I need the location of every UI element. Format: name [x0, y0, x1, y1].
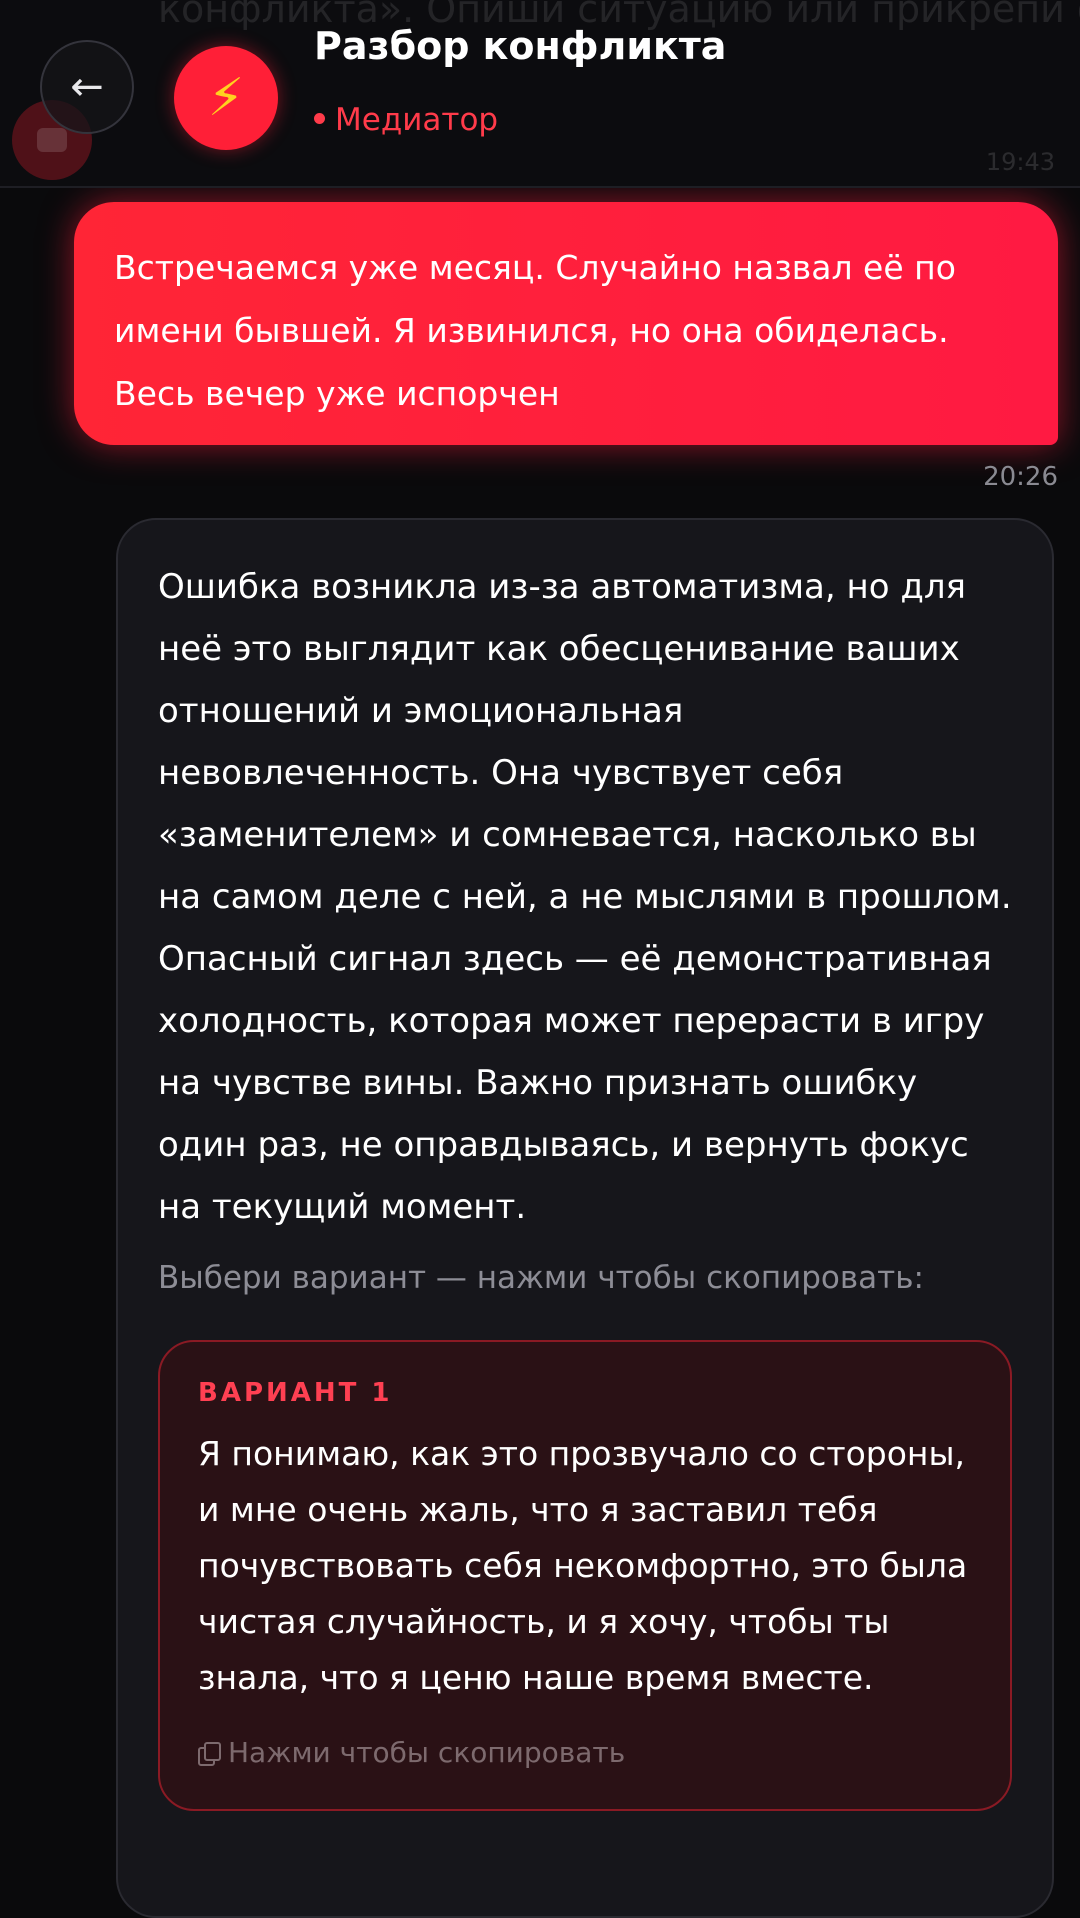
mediator-avatar: ⚡ — [174, 46, 278, 150]
variant-label: ВАРИАНТ 1 — [198, 1378, 393, 1408]
status-dot-icon — [314, 113, 325, 124]
bot-message-hint: Выбери вариант — нажми чтобы скопировать… — [158, 1260, 924, 1296]
copy-label: Нажми чтобы скопировать — [228, 1736, 626, 1769]
copy-icon — [198, 1741, 221, 1766]
user-message-bubble: Встречаемся уже месяц. Случайно назвал е… — [74, 202, 1058, 445]
variant-text: Я понимаю, как это прозвучало со стороны… — [198, 1434, 968, 1697]
chat-header: конфликта». Опиши ситуацию или прикрепи … — [0, 0, 1080, 188]
lightning-icon: ⚡ — [207, 68, 245, 128]
robot-icon — [37, 128, 67, 152]
bot-message-bubble: Ошибка возникла из-за автоматизма, но дл… — [116, 518, 1054, 1918]
back-arrow-icon: ← — [70, 64, 104, 110]
user-message-text: Встречаемся уже месяц. Случайно назвал е… — [114, 248, 956, 413]
back-button[interactable]: ← — [40, 40, 134, 134]
user-message-time: 20:26 — [983, 462, 1058, 492]
chat-title: Разбор конфликта — [314, 24, 727, 68]
status-label: Медиатор — [335, 102, 499, 138]
copy-hint[interactable]: Нажми чтобы скопировать — [198, 1736, 972, 1769]
variant-card-1[interactable]: ВАРИАНТ 1 Я понимаю, как это прозвучало … — [158, 1340, 1012, 1811]
bot-message-text: Ошибка возникла из-за автоматизма, но дл… — [158, 567, 1012, 1227]
background-preview-time: 19:43 — [985, 148, 1055, 176]
chat-status: Медиатор — [314, 102, 498, 138]
